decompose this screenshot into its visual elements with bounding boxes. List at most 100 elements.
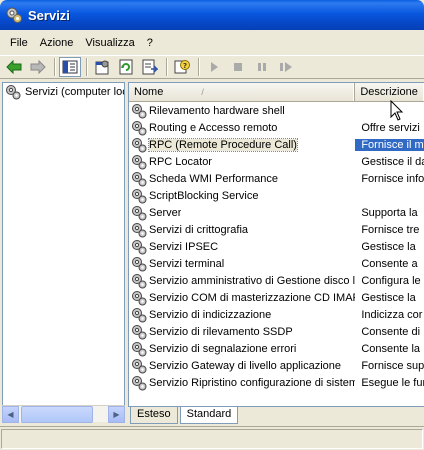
service-description: Gestisce la — [361, 291, 416, 304]
scroll-thumb[interactable] — [21, 406, 93, 423]
stop-service-button[interactable] — [227, 57, 249, 77]
service-name: ScriptBlocking Service — [149, 189, 259, 202]
column-header-description-label: Descrizione — [360, 86, 418, 98]
service-description: Supporta la — [361, 206, 418, 219]
service-row[interactable]: Rilevamento hardware shell — [129, 102, 424, 119]
service-row[interactable]: Servizio amministrativo di Gestione disc… — [129, 272, 424, 289]
restart-service-button[interactable] — [275, 57, 297, 77]
service-gear-icon — [132, 273, 147, 288]
service-name: Servizi di crittografia — [149, 223, 249, 236]
service-row[interactable]: Servizio di segnalazione errori Consente … — [129, 340, 424, 357]
toolbar-separator — [54, 58, 56, 76]
service-row[interactable]: Servizio Ripristino configurazione di si… — [129, 374, 424, 391]
service-description: Configura le — [361, 274, 421, 287]
pause-service-button[interactable] — [251, 57, 273, 77]
service-name-cell[interactable]: Servizi di crittografia — [129, 222, 355, 238]
properties-button[interactable] — [91, 57, 113, 77]
view-tabs: Esteso Standard — [128, 406, 424, 424]
back-button[interactable] — [3, 57, 25, 77]
service-name: Servizi terminal — [149, 257, 225, 270]
service-description: Indicizza cor — [361, 308, 423, 321]
column-headers: Nome / Descrizione — [129, 83, 424, 102]
service-gear-icon — [132, 290, 147, 305]
service-name-cell[interactable]: Servizio di rilevamento SSDP — [129, 324, 355, 340]
service-row[interactable]: RPC (Remote Procedure Call) Fornisce il m — [129, 136, 424, 153]
service-row[interactable]: Servizio di rilevamento SSDP Consente di — [129, 323, 424, 340]
help-button[interactable]: ? — [171, 57, 193, 77]
status-cell — [1, 429, 423, 449]
service-gear-icon — [132, 103, 147, 118]
pause-icon — [258, 63, 266, 71]
column-header-name-label: Nome — [134, 86, 164, 98]
service-description: Consente a — [361, 257, 418, 270]
stop-icon — [234, 63, 242, 71]
service-name-cell[interactable]: Rilevamento hardware shell — [129, 103, 355, 119]
service-name-cell[interactable]: RPC (Remote Procedure Call) — [129, 137, 355, 153]
start-service-button[interactable] — [203, 57, 225, 77]
service-gear-icon — [132, 205, 147, 220]
service-name: Routing e Accesso remoto — [149, 121, 278, 134]
service-name-cell[interactable]: RPC Locator — [129, 154, 355, 170]
service-name: Servizio amministrativo di Gestione disc… — [149, 274, 356, 287]
service-row[interactable]: Server Supporta la — [129, 204, 424, 221]
show-hide-tree-button[interactable] — [59, 57, 81, 77]
column-header-description[interactable]: Descrizione — [355, 83, 424, 101]
service-name-cell[interactable]: Servizio Ripristino configurazione di si… — [129, 375, 355, 391]
menu-visualizza[interactable]: Visualizza — [79, 35, 140, 51]
services-list-pane[interactable]: Nome / Descrizione Rilevamento hardware … — [128, 82, 424, 422]
service-name: Servizio di indicizzazione — [149, 308, 272, 321]
scroll-left-icon[interactable]: ◀ — [2, 406, 19, 423]
menu-file[interactable]: File — [4, 35, 34, 51]
tab-esteso[interactable]: Esteso — [130, 407, 178, 424]
service-name-cell[interactable]: Routing e Accesso remoto — [129, 120, 355, 136]
console-tree-pane[interactable]: Servizi (computer loc — [2, 82, 125, 422]
window-title: Servizi — [28, 7, 70, 23]
service-name-cell[interactable]: ScriptBlocking Service — [129, 188, 355, 204]
service-gear-icon — [132, 137, 147, 152]
service-name-cell[interactable]: Servizio COM di masterizzazione CD IMAPI — [129, 290, 355, 306]
service-row[interactable]: Servizi di crittografia Fornisce tre — [129, 221, 424, 238]
service-description: Esegue le fur — [361, 376, 424, 389]
help-icon: ? — [174, 60, 190, 74]
service-name-cell[interactable]: Server — [129, 205, 355, 221]
export-list-button[interactable] — [139, 57, 161, 77]
service-row[interactable]: Servizi terminal Consente a — [129, 255, 424, 272]
service-row[interactable]: Scheda WMI Performance Fornisce info — [129, 170, 424, 187]
menu-bar: File Azione Visualizza ? — [0, 30, 424, 55]
service-name-cell[interactable]: Scheda WMI Performance — [129, 171, 355, 187]
service-gear-icon — [132, 154, 147, 169]
services-gear-icon — [6, 7, 22, 23]
service-name: RPC Locator — [149, 155, 212, 168]
service-row[interactable]: Routing e Accesso remoto Offre servizi — [129, 119, 424, 136]
service-row[interactable]: Servizio di indicizzazione Indicizza cor — [129, 306, 424, 323]
refresh-button[interactable] — [115, 57, 137, 77]
refresh-icon — [119, 59, 133, 75]
service-name-cell[interactable]: Servizio di indicizzazione — [129, 307, 355, 323]
title-bar[interactable]: Servizi — [0, 0, 424, 30]
service-row[interactable]: Servizi IPSEC Gestisce la — [129, 238, 424, 255]
tree-horizontal-scrollbar[interactable]: ◀ ▶ — [2, 405, 125, 423]
scroll-right-icon[interactable]: ▶ — [108, 406, 125, 423]
service-name-cell[interactable]: Servizio di segnalazione errori — [129, 341, 355, 357]
service-description: Consente la — [361, 342, 421, 355]
service-gear-icon — [132, 358, 147, 373]
service-row[interactable]: Servizio COM di masterizzazione CD IMAPI… — [129, 289, 424, 306]
service-gear-icon — [132, 120, 147, 135]
service-name: RPC (Remote Procedure Call) — [148, 137, 298, 152]
services-rows: Rilevamento hardware shell Routing e Acce… — [129, 102, 424, 391]
menu-help[interactable]: ? — [141, 35, 159, 51]
service-name-cell[interactable]: Servizi IPSEC — [129, 239, 355, 255]
tree-node-services[interactable]: Servizi (computer loc — [3, 83, 124, 101]
service-name-cell[interactable]: Servizio amministrativo di Gestione disc… — [129, 273, 355, 289]
service-row[interactable]: Servizio Gateway di livello applicazione… — [129, 357, 424, 374]
forward-button[interactable] — [27, 57, 49, 77]
service-name-cell[interactable]: Servizio Gateway di livello applicazione — [129, 358, 355, 374]
service-name-cell[interactable]: Servizi terminal — [129, 256, 355, 272]
service-description: Fornisce sup — [361, 359, 424, 372]
service-row[interactable]: RPC Locator Gestisce il da — [129, 153, 424, 170]
menu-azione[interactable]: Azione — [34, 35, 80, 51]
column-header-name[interactable]: Nome / — [129, 83, 356, 101]
restart-icon — [280, 62, 292, 72]
tab-standard[interactable]: Standard — [179, 407, 239, 424]
service-row[interactable]: ScriptBlocking Service — [129, 187, 424, 204]
